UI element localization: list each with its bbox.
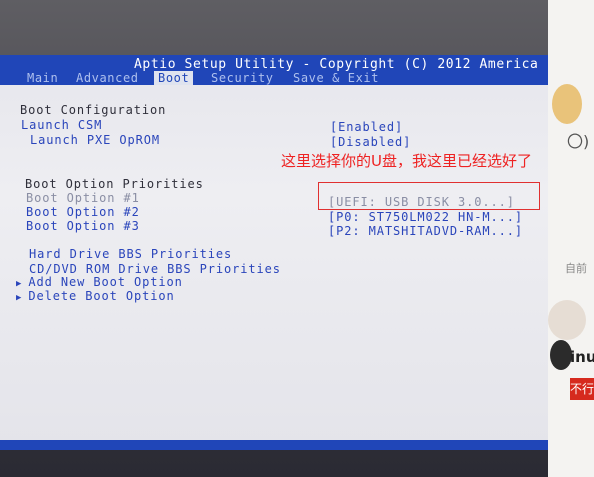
boot-option-3-value[interactable]: [P2: MATSHITADVD-RAM...] bbox=[328, 224, 523, 238]
delete-boot-option-label: Delete Boot Option bbox=[28, 289, 175, 303]
tab-main[interactable]: Main bbox=[27, 71, 58, 85]
bios-screen: Aptio Setup Utility - Copyright (C) 2012… bbox=[0, 55, 548, 450]
tab-bar: Main Advanced Boot Security Save & Exit bbox=[0, 71, 548, 85]
section-boot-option-priorities: Boot Option Priorities bbox=[25, 177, 204, 191]
inu-text: inu bbox=[570, 348, 594, 366]
launch-pxe-value[interactable]: [Disabled] bbox=[330, 135, 411, 149]
background-webpage-strip bbox=[548, 0, 594, 477]
delete-boot-option[interactable]: ▶ Delete Boot Option bbox=[16, 289, 175, 305]
launch-pxe-label[interactable]: Launch PXE OpROM bbox=[30, 133, 160, 147]
hard-drive-bbs-priorities[interactable]: Hard Drive BBS Priorities bbox=[29, 247, 232, 261]
launch-csm-value[interactable]: [Enabled] bbox=[330, 120, 403, 134]
tab-advanced[interactable]: Advanced bbox=[76, 71, 139, 85]
launch-csm-label[interactable]: Launch CSM bbox=[21, 118, 102, 132]
bios-header: Aptio Setup Utility - Copyright (C) 2012… bbox=[0, 55, 548, 85]
submenu-arrow-icon: ▶ bbox=[16, 293, 23, 303]
red-badge: 不行 bbox=[570, 378, 594, 400]
boot-option-3-label[interactable]: Boot Option #3 bbox=[26, 219, 140, 233]
add-new-boot-option-label: Add New Boot Option bbox=[28, 275, 183, 289]
tab-boot[interactable]: Boot bbox=[154, 71, 194, 85]
submenu-arrow-icon: ▶ bbox=[16, 279, 23, 289]
cddvd-bbs-priorities[interactable]: CD/DVD ROM Drive BBS Priorities bbox=[29, 262, 281, 276]
side-text: 自前 bbox=[565, 262, 587, 275]
penguin-image bbox=[550, 340, 572, 370]
bios-title: Aptio Setup Utility - Copyright (C) 2012… bbox=[134, 57, 539, 72]
boot-option-2-value[interactable]: [P0: ST750LM022 HN-M...] bbox=[328, 210, 523, 224]
bios-footer-bar bbox=[0, 440, 548, 450]
paren-text: 〇) bbox=[567, 132, 590, 151]
avatar-image-2 bbox=[548, 300, 586, 340]
avatar-image bbox=[552, 84, 582, 124]
annotation-text: 这里选择你的U盘，我这里已经选好了 bbox=[281, 152, 532, 170]
annotation-highlight-box bbox=[318, 182, 540, 210]
boot-option-2-label[interactable]: Boot Option #2 bbox=[26, 205, 140, 219]
section-boot-configuration: Boot Configuration bbox=[20, 103, 167, 117]
tab-security[interactable]: Security bbox=[211, 71, 274, 85]
tab-save-exit[interactable]: Save & Exit bbox=[293, 71, 379, 85]
boot-option-1-label[interactable]: Boot Option #1 bbox=[26, 191, 140, 205]
